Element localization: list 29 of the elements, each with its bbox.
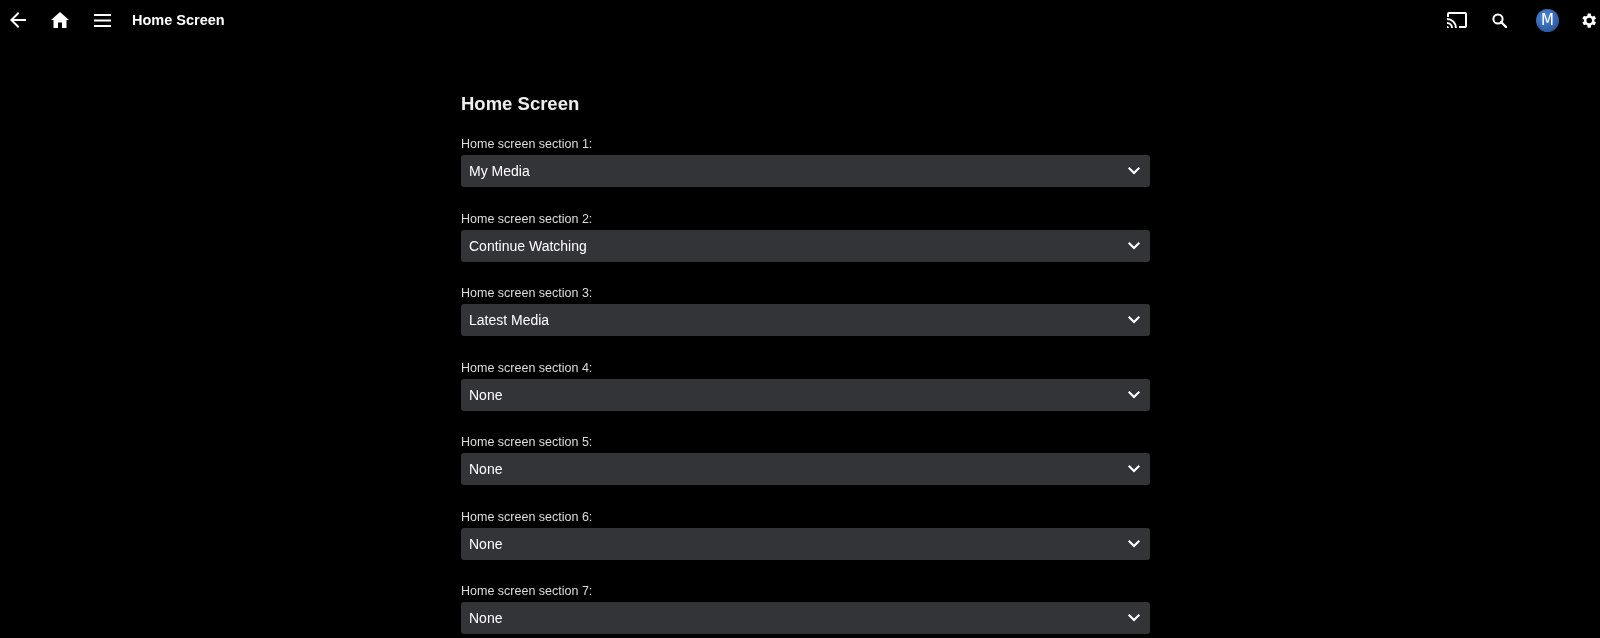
search-icon xyxy=(1491,12,1507,28)
select-label: Home screen section 3: xyxy=(461,285,593,301)
menu-icon xyxy=(93,13,111,27)
section-select[interactable]: Latest Media xyxy=(461,304,1150,336)
select-label: Home screen section 6: xyxy=(461,508,593,525)
section-select[interactable]: Continue Watching xyxy=(461,229,1150,262)
back-arrow-icon xyxy=(10,12,26,28)
select-label: Home screen section 7: xyxy=(461,583,593,599)
cast-icon xyxy=(1447,12,1467,28)
section-heading: Home Screen xyxy=(461,92,581,116)
select-label: Home screen section 1: xyxy=(461,136,593,152)
chevron-down-icon xyxy=(1128,167,1140,175)
home-icon xyxy=(51,12,69,28)
chevron-down-icon xyxy=(1128,241,1140,250)
section-select[interactable]: None xyxy=(461,453,1150,485)
section-select[interactable]: None xyxy=(461,602,1150,634)
select-label: Home screen section 4: xyxy=(461,359,593,376)
select-label: Home screen section 5: xyxy=(461,434,593,450)
chevron-down-icon xyxy=(1128,614,1140,622)
section-select[interactable]: None xyxy=(461,378,1150,411)
chevron-down-icon xyxy=(1128,465,1140,473)
section-select[interactable]: None xyxy=(461,527,1150,560)
chevron-down-icon xyxy=(1128,390,1140,399)
chevron-down-icon xyxy=(1128,316,1140,324)
chevron-down-icon xyxy=(1128,539,1140,548)
section-select[interactable]: My Media xyxy=(461,155,1150,187)
select-label: Home screen section 2: xyxy=(461,210,593,227)
page-title: Home Screen xyxy=(132,12,225,28)
user-avatar[interactable]: M xyxy=(1536,8,1559,32)
